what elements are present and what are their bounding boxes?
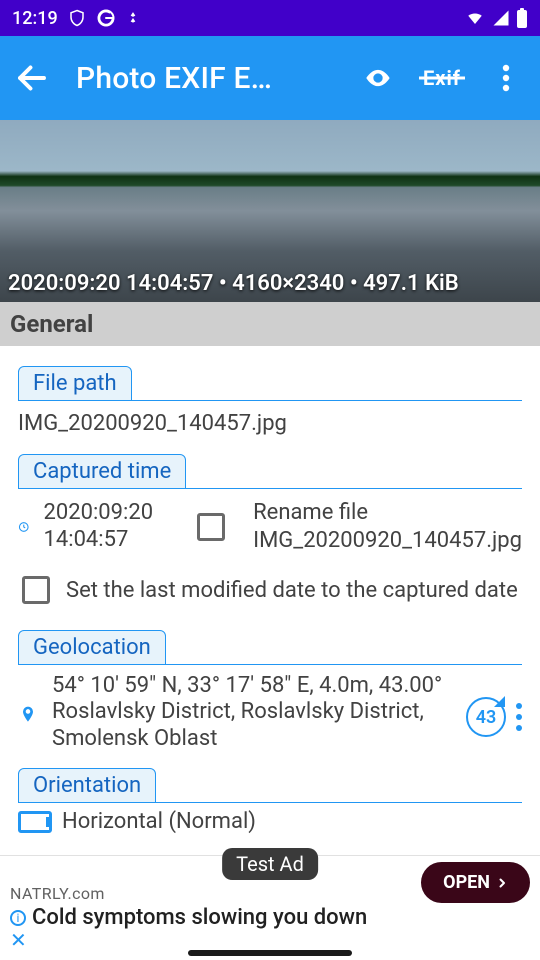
orientation-value[interactable]: Horizontal (Normal): [62, 809, 256, 834]
orientation-label: Orientation: [18, 768, 156, 803]
rename-value: IMG_20200920_140457.jpg: [253, 527, 522, 555]
cell-signal-icon: [492, 9, 510, 27]
dots-vertical-icon: [502, 64, 510, 92]
geo-address: Roslavlsky District, Roslavlsky District…: [52, 699, 424, 750]
ad-cta-label: OPEN: [443, 872, 490, 893]
app-title: Photo EXIF E…: [76, 61, 336, 96]
overflow-menu-button[interactable]: [486, 58, 526, 98]
set-modified-label: Set the last modified date to the captur…: [66, 578, 518, 603]
captured-time-label: Captured time: [18, 454, 186, 489]
geolocation-value[interactable]: 54° 10' 59" N, 33° 17' 58" E, 4.0m, 43.0…: [52, 673, 452, 752]
rename-checkbox[interactable]: [197, 513, 225, 541]
ad-open-button[interactable]: OPEN: [421, 862, 530, 903]
captured-datetime[interactable]: 2020:09:20 14:04:57: [44, 500, 154, 553]
photo-meta-overlay: 2020:09:20 14:04:57 • 4160×2340 • 497.1 …: [0, 265, 467, 302]
location-saved-icon: [126, 9, 140, 27]
chevron-right-icon: [496, 876, 508, 890]
filepath-label: File path: [18, 366, 132, 401]
back-button[interactable]: [8, 54, 56, 102]
filepath-value[interactable]: IMG_20200920_140457.jpg: [18, 401, 522, 438]
ad-headline[interactable]: Cold symptoms slowing you down: [32, 905, 367, 930]
shield-icon: [68, 8, 86, 28]
set-modified-checkbox[interactable]: [22, 576, 50, 604]
orientation-icon: [18, 811, 52, 833]
direction-badge[interactable]: 43: [466, 697, 506, 737]
google-g-icon: [96, 8, 116, 28]
exif-icon: Exif: [423, 66, 461, 90]
eye-icon: [360, 64, 396, 92]
rename-label: Rename file: [253, 499, 522, 527]
preview-button[interactable]: [358, 58, 398, 98]
home-indicator[interactable]: [188, 950, 352, 956]
ad-banner: Test Ad NATRLY.com OPEN i Cold symptoms …: [0, 855, 540, 954]
geo-menu-button[interactable]: [516, 703, 522, 731]
status-bar: 12:19: [0, 0, 540, 36]
app-bar: Photo EXIF E… Exif: [0, 36, 540, 120]
status-time: 12:19: [12, 8, 58, 29]
ad-test-tag: Test Ad: [222, 848, 318, 880]
ad-info-icon[interactable]: i: [10, 910, 26, 926]
section-header-general: General: [0, 302, 540, 346]
captured-hms: 14:04:57: [44, 527, 154, 553]
captured-date: 2020:09:20: [44, 500, 154, 526]
clock-icon: [18, 513, 30, 541]
geo-coords: 54° 10' 59" N, 33° 17' 58" E, 4.0m, 43.0…: [52, 673, 442, 698]
arrow-left-icon: [14, 60, 50, 96]
ad-close-button[interactable]: ✕: [10, 928, 530, 952]
photo-preview[interactable]: 2020:09:20 14:04:57 • 4160×2340 • 497.1 …: [0, 120, 540, 302]
strip-exif-button[interactable]: Exif: [422, 58, 462, 98]
map-pin-icon: [18, 701, 38, 729]
wifi-icon: [464, 9, 486, 27]
geolocation-label: Geolocation: [18, 630, 166, 665]
ad-brand: NATRLY.com: [10, 884, 105, 903]
battery-icon: [516, 8, 528, 28]
